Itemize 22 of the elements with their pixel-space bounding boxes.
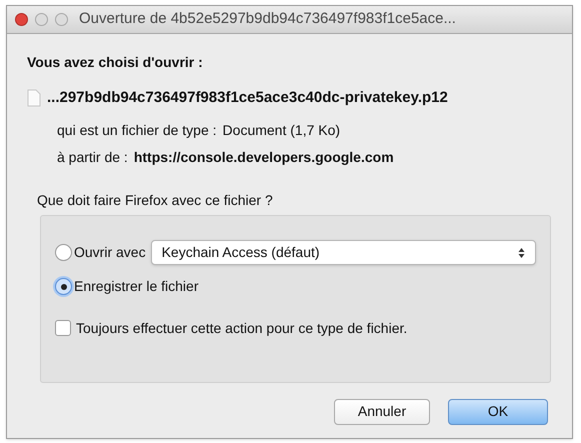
minimize-icon[interactable]	[35, 13, 48, 26]
file-name: ...297b9db94c736497f983f1ce5ace3c40dc-privatekey.p12	[47, 88, 448, 108]
dialog-button[interactable]: Annuler	[334, 398, 430, 424]
dialog-heading: Vous avez choisi d'ouvrir :	[27, 53, 204, 72]
question-label: Que doit faire Firefox avec ce fichier ?	[37, 190, 274, 210]
close-icon[interactable]	[15, 13, 28, 26]
dialog-button[interactable]: OK	[448, 398, 548, 424]
type-label: qui est un fichier de type :	[57, 120, 217, 140]
radio-button[interactable]	[55, 278, 72, 295]
radio-button[interactable]	[55, 244, 72, 261]
app-dropdown[interactable]: Keychain Access (défaut)	[150, 240, 536, 265]
checkbox[interactable]	[55, 320, 71, 336]
type-value: Document (1,7 Ko)	[222, 120, 340, 140]
stepper-arrows-icon	[518, 246, 525, 258]
radio-label[interactable]: Enregistrer le fichier	[74, 276, 198, 297]
radio-label[interactable]: Ouvrir avec	[74, 242, 146, 263]
checkbox-label[interactable]: Toujours effectuer cette action pour ce type de fichier.	[76, 318, 408, 338]
document-icon	[27, 89, 41, 108]
source-url: https://console.developers.google.com	[134, 148, 394, 167]
zoom-icon[interactable]	[55, 13, 68, 26]
window-title: Ouverture de 4b52e5297b9db94c736497f983f1ce5ace...	[79, 9, 456, 30]
source-label: à partir de :	[57, 148, 128, 167]
